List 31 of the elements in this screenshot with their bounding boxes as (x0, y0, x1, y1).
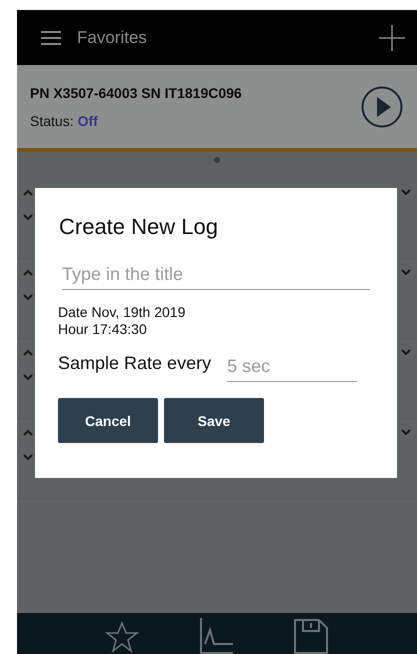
chart-icon[interactable] (199, 618, 233, 654)
sample-rate-field[interactable]: 5 sec (227, 352, 358, 382)
cancel-button[interactable]: Cancel (58, 398, 158, 443)
device-name: PN X3507-64003 SN IT1819C096 (30, 84, 243, 100)
chevron-down-icon[interactable] (401, 349, 411, 356)
star-icon[interactable] (105, 620, 139, 654)
chevron-down-icon[interactable] (23, 374, 33, 381)
chevron-down-icon[interactable] (401, 269, 411, 276)
title-field[interactable]: Type in the title (62, 260, 370, 290)
chevron-down-icon[interactable] (23, 294, 33, 301)
page-indicator-dot (214, 157, 220, 163)
status-value: Off (78, 112, 98, 128)
sample-rate-label: Sample Rate every (58, 353, 212, 375)
hour-text: Hour 17:43:30 (58, 321, 148, 338)
add-icon[interactable] (379, 24, 405, 50)
chevron-down-icon[interactable] (401, 429, 411, 436)
chevron-down-icon[interactable] (23, 454, 33, 461)
chevron-up-icon[interactable] (23, 349, 33, 356)
date-text: Date Nov, 19th 2019 (58, 304, 186, 321)
chevron-down-icon[interactable] (23, 214, 33, 221)
device-card[interactable]: PN X3507-64003 SN IT1819C096 Status: Off (17, 65, 417, 148)
dialog-title: Create New Log (59, 214, 219, 240)
chevron-up-icon[interactable] (23, 269, 33, 276)
chevron-up-icon[interactable] (23, 189, 33, 196)
play-icon[interactable] (361, 86, 403, 128)
menu-icon[interactable] (41, 30, 61, 44)
chevron-up-icon[interactable] (23, 429, 33, 436)
screen-title: Favorites (77, 28, 148, 48)
chevron-down-icon[interactable] (401, 189, 411, 196)
save-button[interactable]: Save (164, 398, 264, 443)
status-label: Status: (30, 112, 74, 128)
